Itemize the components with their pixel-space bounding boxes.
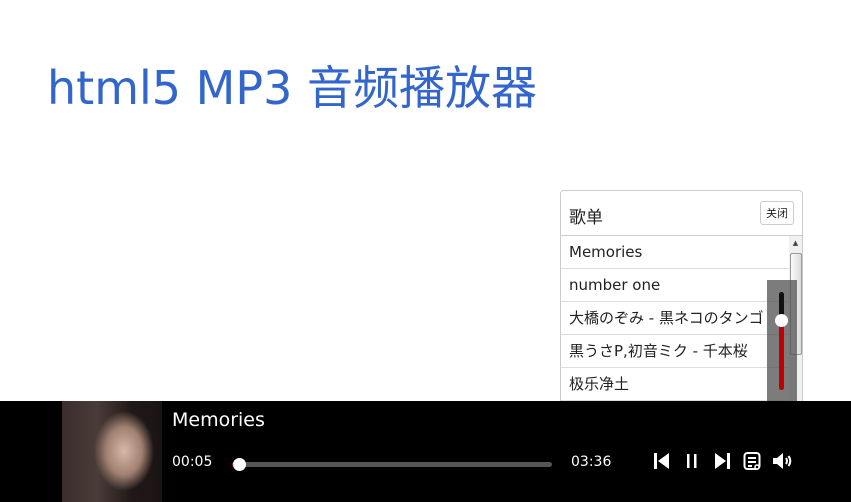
volume-icon [773, 453, 792, 469]
scroll-up-arrow-icon[interactable]: ▲ [789, 236, 802, 250]
skip-previous-icon [654, 453, 669, 469]
album-art [62, 401, 162, 502]
playlist-item[interactable]: 大橋のぞみ - 黒ネコのタンゴ [561, 302, 789, 335]
playlist-item[interactable]: 黒うさP,初音ミク - 千本桜 [561, 335, 789, 368]
playlist-item[interactable]: Memories [561, 236, 789, 269]
progress-knob[interactable] [233, 458, 247, 471]
volume-fill [779, 321, 784, 390]
playlist-icon [743, 452, 761, 470]
playlist-title: 歌单 [569, 208, 603, 228]
playlist-list: Memories number one 大橋のぞみ - 黒ネコのタンゴ 黒うさP… [561, 236, 789, 401]
current-time: 00:05 [172, 454, 213, 470]
playlist-header: 歌单 关闭 [561, 191, 802, 236]
skip-next-icon [715, 453, 730, 469]
song-title: Memories [172, 409, 265, 431]
next-button[interactable] [711, 450, 733, 472]
pause-button[interactable] [681, 450, 703, 472]
pause-icon [687, 454, 697, 468]
playlist-button[interactable] [741, 450, 763, 472]
page-title: html5 MP3 音频播放器 [47, 61, 537, 115]
prev-button[interactable] [651, 450, 673, 472]
playlist-item[interactable]: number one [561, 269, 789, 302]
close-playlist-button[interactable]: 关闭 [760, 201, 794, 225]
volume-slider[interactable] [775, 292, 788, 390]
total-time: 03:36 [571, 454, 612, 470]
progress-bar[interactable] [232, 458, 552, 471]
volume-button[interactable] [771, 450, 793, 472]
volume-knob[interactable] [775, 314, 788, 328]
player-bar: Memories 00:05 03:36 [0, 401, 851, 502]
playlist-item[interactable]: 极乐净土 [561, 368, 789, 401]
volume-popup [767, 280, 797, 401]
